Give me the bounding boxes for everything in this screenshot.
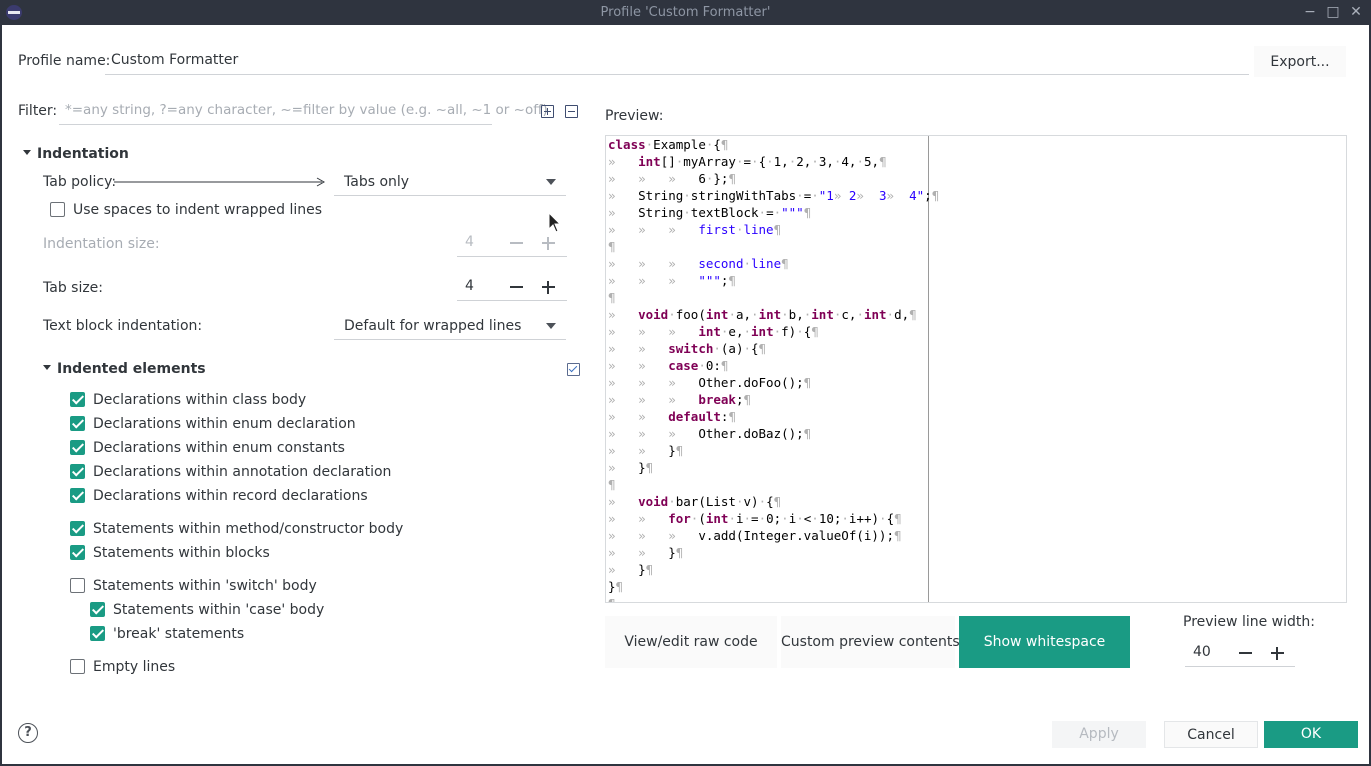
preview-label: Preview: xyxy=(605,108,664,124)
indent-option-label: Declarations within enum declaration xyxy=(93,416,356,432)
preview-line-width-spinner[interactable]: 40 xyxy=(1185,639,1295,667)
indent-option-checkbox[interactable]: Statements within 'switch' body xyxy=(70,576,317,596)
indent-option-checkbox[interactable]: Statements within 'case' body xyxy=(90,600,324,620)
checkbox-box xyxy=(70,577,85,593)
indent-option-label: Empty lines xyxy=(93,659,176,675)
maximize-icon[interactable]: □ xyxy=(1324,3,1342,21)
decrease-line-width-button[interactable] xyxy=(1234,639,1256,667)
dialog-body: Profile name: Custom Formatter Export...… xyxy=(2,25,1369,764)
checkbox-box xyxy=(70,463,85,479)
indented-elements-heading: Indented elements xyxy=(57,361,206,377)
code-preview[interactable]: class·Example·{¶ » int[]·myArray·=·{·1,·… xyxy=(605,135,1347,603)
indent-option-label: 'break' statements xyxy=(113,626,245,642)
filter-input[interactable]: *=any string, ?=any character, ~=filter … xyxy=(59,96,548,125)
title-bar: Profile 'Custom Formatter' − □ ✕ xyxy=(0,0,1371,25)
tab-size-value[interactable]: 4 xyxy=(465,278,474,294)
cancel-button[interactable]: Cancel xyxy=(1164,721,1258,748)
checkbox-box xyxy=(70,391,85,407)
checkbox-box xyxy=(50,201,65,217)
checkbox-box xyxy=(70,520,85,536)
checkbox-box xyxy=(90,601,105,617)
chevron-down-icon xyxy=(546,323,556,329)
apply-button[interactable]: Apply xyxy=(1052,721,1146,748)
check-all-icon[interactable] xyxy=(567,363,580,376)
indent-option-checkbox[interactable]: 'break' statements xyxy=(90,624,244,644)
indent-option-label: Declarations within annotation declarati… xyxy=(93,464,392,480)
tab-size-label: Tab size: xyxy=(43,280,104,296)
indent-option-checkbox[interactable]: Declarations within annotation declarati… xyxy=(70,462,391,482)
text-block-indentation-value: Default for wrapped lines xyxy=(344,318,522,334)
preview-line-width-value[interactable]: 40 xyxy=(1193,644,1211,660)
indent-option-checkbox[interactable]: Declarations within enum declaration xyxy=(70,414,356,434)
export-button[interactable]: Export... xyxy=(1254,46,1346,77)
text-block-indentation-select[interactable]: Default for wrapped lines xyxy=(334,312,566,340)
checkbox-box xyxy=(70,544,85,560)
indent-option-label: Declarations within enum constants xyxy=(93,440,345,456)
expand-triangle-icon xyxy=(23,149,31,155)
indented-elements-section-header[interactable]: Indented elements xyxy=(43,361,206,377)
decrease-tab-size-button[interactable] xyxy=(505,273,527,301)
show-whitespace-button[interactable]: Show whitespace xyxy=(959,616,1130,668)
tab-policy-label: Tab policy: xyxy=(43,174,117,190)
preview-line-width-label: Preview line width: xyxy=(1183,614,1315,630)
use-spaces-checkbox[interactable]: Use spaces to indent wrapped lines xyxy=(50,200,322,220)
indent-option-label: Statements within 'switch' body xyxy=(93,578,317,594)
indent-option-checkbox[interactable]: Declarations within record declarations xyxy=(70,486,368,506)
checkbox-box xyxy=(70,658,85,674)
indent-option-label: Statements within method/constructor bod… xyxy=(93,521,404,537)
expand-all-icon[interactable] xyxy=(541,105,554,118)
indentation-section-header[interactable]: Indentation xyxy=(23,146,129,162)
chevron-down-icon xyxy=(546,179,556,185)
checkbox-box xyxy=(70,487,85,503)
minimize-icon[interactable]: − xyxy=(1301,3,1319,21)
view-raw-code-button[interactable]: View/edit raw code xyxy=(605,616,777,668)
checkbox-box xyxy=(70,415,85,431)
indent-option-checkbox[interactable]: Declarations within enum constants xyxy=(70,438,345,458)
indentation-size-label: Indentation size: xyxy=(43,236,160,252)
close-icon[interactable]: ✕ xyxy=(1347,3,1365,21)
window-title: Profile 'Custom Formatter' xyxy=(600,5,771,20)
indent-option-label: Statements within 'case' body xyxy=(113,602,325,618)
indentation-size-value: 4 xyxy=(465,234,474,250)
profile-name-input[interactable]: Custom Formatter xyxy=(105,46,1249,75)
ok-button[interactable]: OK xyxy=(1264,721,1358,748)
text-block-indentation-label: Text block indentation: xyxy=(43,318,203,334)
increase-tab-size-button[interactable] xyxy=(537,273,559,301)
checkbox-box xyxy=(70,439,85,455)
tab-policy-value: Tabs only xyxy=(344,174,410,190)
indentation-heading: Indentation xyxy=(37,146,129,162)
use-spaces-label: Use spaces to indent wrapped lines xyxy=(73,202,323,218)
increase-line-width-button[interactable] xyxy=(1266,639,1288,667)
tab-policy-select[interactable]: Tabs only xyxy=(334,168,566,196)
collapse-all-icon[interactable] xyxy=(565,105,578,118)
tab-policy-arrow-icon xyxy=(114,177,326,187)
help-icon[interactable]: ? xyxy=(18,723,38,743)
indent-option-label: Declarations within record declarations xyxy=(93,488,368,504)
indent-option-checkbox[interactable]: Declarations within class body xyxy=(70,390,306,410)
filter-label: Filter: xyxy=(18,103,58,119)
indent-option-label: Declarations within class body xyxy=(93,392,307,408)
mouse-cursor-icon xyxy=(548,212,562,233)
custom-preview-button[interactable]: Custom preview contents xyxy=(781,616,960,668)
tab-size-spinner[interactable]: 4 xyxy=(457,273,567,301)
indent-option-checkbox[interactable]: Statements within method/constructor bod… xyxy=(70,519,403,539)
indent-option-checkbox[interactable]: Empty lines xyxy=(70,657,175,677)
expand-triangle-icon xyxy=(43,364,51,370)
indent-option-label: Statements within blocks xyxy=(93,545,270,561)
indent-option-checkbox[interactable]: Statements within blocks xyxy=(70,543,270,563)
preview-code: class·Example·{¶ » int[]·myArray·=·{·1,·… xyxy=(608,137,940,602)
profile-name-label: Profile name: xyxy=(18,53,111,69)
checkbox-box xyxy=(90,625,105,641)
minus-icon xyxy=(505,229,527,257)
